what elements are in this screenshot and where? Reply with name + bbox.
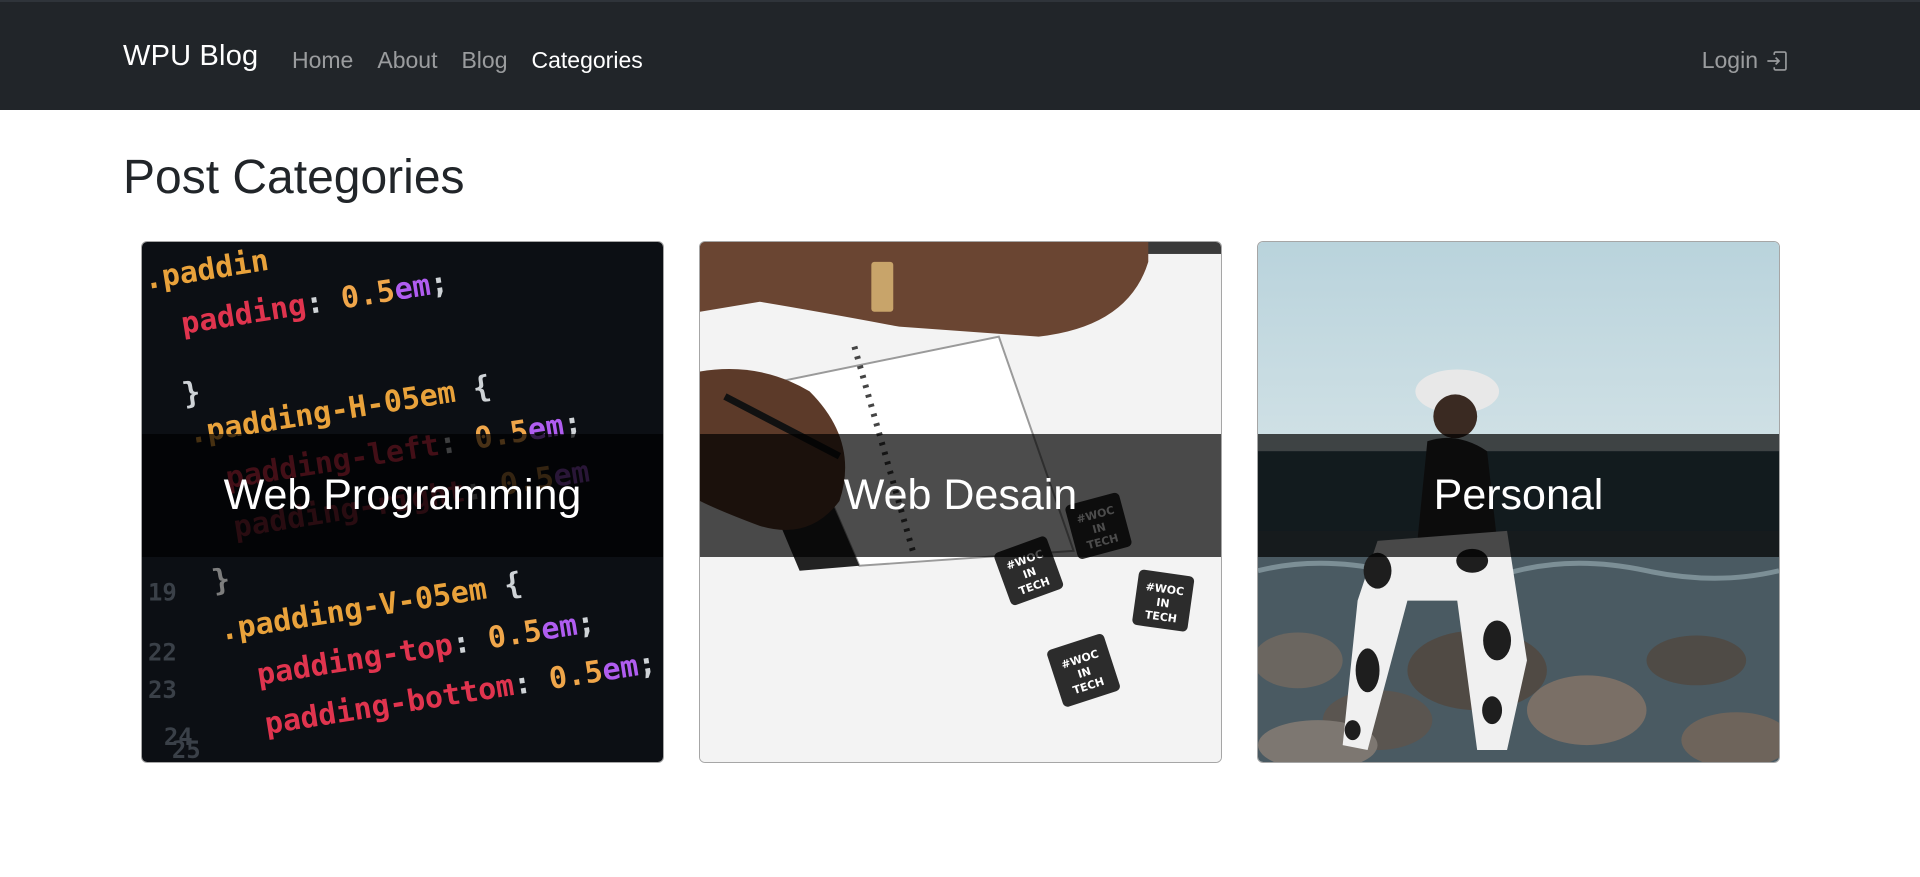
category-overlay: Web Desain — [700, 434, 1221, 557]
category-card-web-programming[interactable]: .paddin padding: 0.5em; } .padding-H-05e… — [141, 241, 664, 763]
nav-link-blog[interactable]: Blog — [461, 47, 507, 74]
category-title: Web Programming — [223, 471, 582, 519]
svg-text:22: 22 — [148, 638, 177, 666]
nav-link-about[interactable]: About — [377, 47, 437, 74]
page-title: Post Categories — [123, 151, 465, 204]
nav-links: Home About Blog Categories — [292, 47, 667, 74]
box-arrow-in-right-icon — [1767, 50, 1787, 71]
nav-link-home[interactable]: Home — [292, 47, 353, 74]
brand-link[interactable]: WPU Blog — [123, 40, 258, 73]
category-card-personal[interactable]: Personal — [1257, 241, 1780, 763]
svg-text:23: 23 — [148, 676, 177, 704]
login-link[interactable]: Login — [1702, 47, 1788, 74]
category-title: Personal — [1433, 471, 1604, 519]
category-title: Web Desain — [843, 471, 1078, 519]
login-label: Login — [1701, 47, 1758, 73]
navbar: WPU Blog Home About Blog Categories Logi… — [0, 0, 1920, 110]
svg-text:25: 25 — [172, 736, 201, 762]
svg-text:IN: IN — [1155, 596, 1170, 611]
category-card-web-desain[interactable]: #WOCINTECH #WOCINTECH #WOCINTECH #WOCINT… — [699, 241, 1222, 763]
svg-text:19: 19 — [148, 579, 177, 607]
category-overlay: Personal — [1258, 434, 1779, 557]
nav-link-categories[interactable]: Categories — [532, 47, 643, 74]
category-overlay: Web Programming — [142, 434, 663, 557]
